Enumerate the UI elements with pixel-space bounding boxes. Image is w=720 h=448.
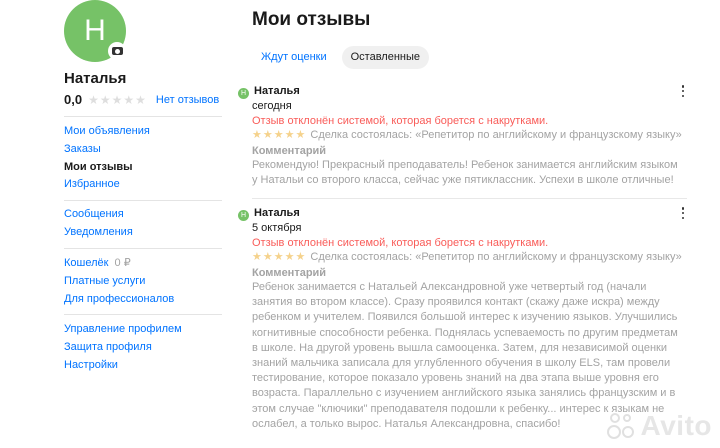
review-avatar: Н <box>238 88 249 99</box>
sidebar-item-profile-protection[interactable]: Защита профиля <box>64 339 182 357</box>
divider <box>252 198 687 199</box>
review-text: Рекомендую! Прекрасный преподаватель! Ре… <box>252 159 678 187</box>
tabs: Ждут оценки Оставленные <box>252 46 435 69</box>
star-icon: ★ <box>273 251 284 263</box>
star-icon: ★ <box>111 92 123 107</box>
star-icon: ★ <box>284 129 295 141</box>
comment-label: Комментарий <box>252 145 327 157</box>
review-date: 5 октября <box>252 222 302 234</box>
camera-icon[interactable] <box>108 42 126 60</box>
menu-group-settings: Управление профилем Защита профиля Настр… <box>64 321 182 374</box>
review-deal: Сделка состоялась: «Репетитор по английс… <box>310 129 682 141</box>
sidebar: Н Наталья 0,0 ★ ★ ★ ★ ★ Нет отзывов Мои … <box>0 0 235 448</box>
wallet-label: Кошелёк <box>64 257 109 269</box>
star-icon: ★ <box>262 129 273 141</box>
wallet-amount: 0 ₽ <box>114 257 131 269</box>
menu-group-messages: Сообщения Уведомления <box>64 206 133 242</box>
divider <box>64 200 222 201</box>
sidebar-item-wallet[interactable]: Кошелёк 0 ₽ <box>64 255 174 273</box>
comment-label: Комментарий <box>252 267 327 279</box>
review-author: Наталья <box>254 85 300 97</box>
more-options-icon[interactable] <box>679 85 687 97</box>
sidebar-item-messages[interactable]: Сообщения <box>64 206 133 224</box>
review-author: Наталья <box>254 207 300 219</box>
star-icon: ★ <box>99 92 111 107</box>
review-rating: ★ ★ ★ ★ ★ Сделка состоялась: «Репетитор … <box>252 129 682 141</box>
review-status: Отзыв отклонён системой, которая борется… <box>252 115 549 127</box>
star-icon: ★ <box>295 129 306 141</box>
star-icon: ★ <box>284 251 295 263</box>
divider <box>64 248 222 249</box>
review-item: Н Наталья сегодня Отзыв отклонён системо… <box>238 85 693 190</box>
rating-stars: ★ ★ ★ ★ ★ <box>88 94 147 106</box>
rating-value: 0,0 <box>64 92 83 107</box>
star-icon: ★ <box>295 251 306 263</box>
divider <box>64 314 222 315</box>
sidebar-item-settings[interactable]: Настройки <box>64 357 182 375</box>
no-reviews-link[interactable]: Нет отзывов <box>156 94 219 106</box>
avito-logo-icon <box>606 411 637 441</box>
menu-group-services: Кошелёк 0 ₽ Платные услуги Для профессио… <box>64 255 174 308</box>
page-title: Мои отзывы <box>252 9 371 30</box>
star-icon: ★ <box>123 92 135 107</box>
star-icon: ★ <box>88 92 99 107</box>
menu-group-main: Мои объявления Заказы Мои отзывы Избранн… <box>64 123 150 194</box>
sidebar-item-favorites[interactable]: Избранное <box>64 176 150 194</box>
star-icon: ★ <box>135 92 146 107</box>
review-avatar: Н <box>238 210 249 221</box>
star-icon: ★ <box>252 251 262 263</box>
sidebar-item-orders[interactable]: Заказы <box>64 141 150 159</box>
profile-name: Наталья <box>64 70 127 87</box>
star-icon: ★ <box>262 251 273 263</box>
review-deal: Сделка состоялась: «Репетитор по английс… <box>310 251 682 263</box>
star-icon: ★ <box>273 129 284 141</box>
review-date: сегодня <box>252 100 292 112</box>
watermark-text: Avito <box>640 410 712 441</box>
tab-awaiting-rating[interactable]: Ждут оценки <box>252 46 336 69</box>
sidebar-item-profile-management[interactable]: Управление профилем <box>64 321 182 339</box>
sidebar-item-professionals[interactable]: Для профессионалов <box>64 291 174 309</box>
review-status: Отзыв отклонён системой, которая борется… <box>252 237 549 249</box>
profile-rating: 0,0 ★ ★ ★ ★ ★ Нет отзывов <box>64 92 219 107</box>
tab-left[interactable]: Оставленные <box>341 46 430 69</box>
sidebar-item-notifications[interactable]: Уведомления <box>64 224 133 242</box>
avatar-letter: Н <box>84 14 106 47</box>
sidebar-item-paid-services[interactable]: Платные услуги <box>64 273 174 291</box>
divider <box>64 116 222 117</box>
avito-watermark: Avito <box>606 410 712 442</box>
sidebar-item-my-ads[interactable]: Мои объявления <box>64 123 150 141</box>
review-item: Н Наталья 5 октября Отзыв отклонён систе… <box>238 207 693 430</box>
review-rating: ★ ★ ★ ★ ★ Сделка состоялась: «Репетитор … <box>252 251 682 263</box>
more-options-icon[interactable] <box>679 207 687 219</box>
star-icon: ★ <box>252 129 262 141</box>
sidebar-item-my-reviews[interactable]: Мои отзывы <box>64 159 150 177</box>
